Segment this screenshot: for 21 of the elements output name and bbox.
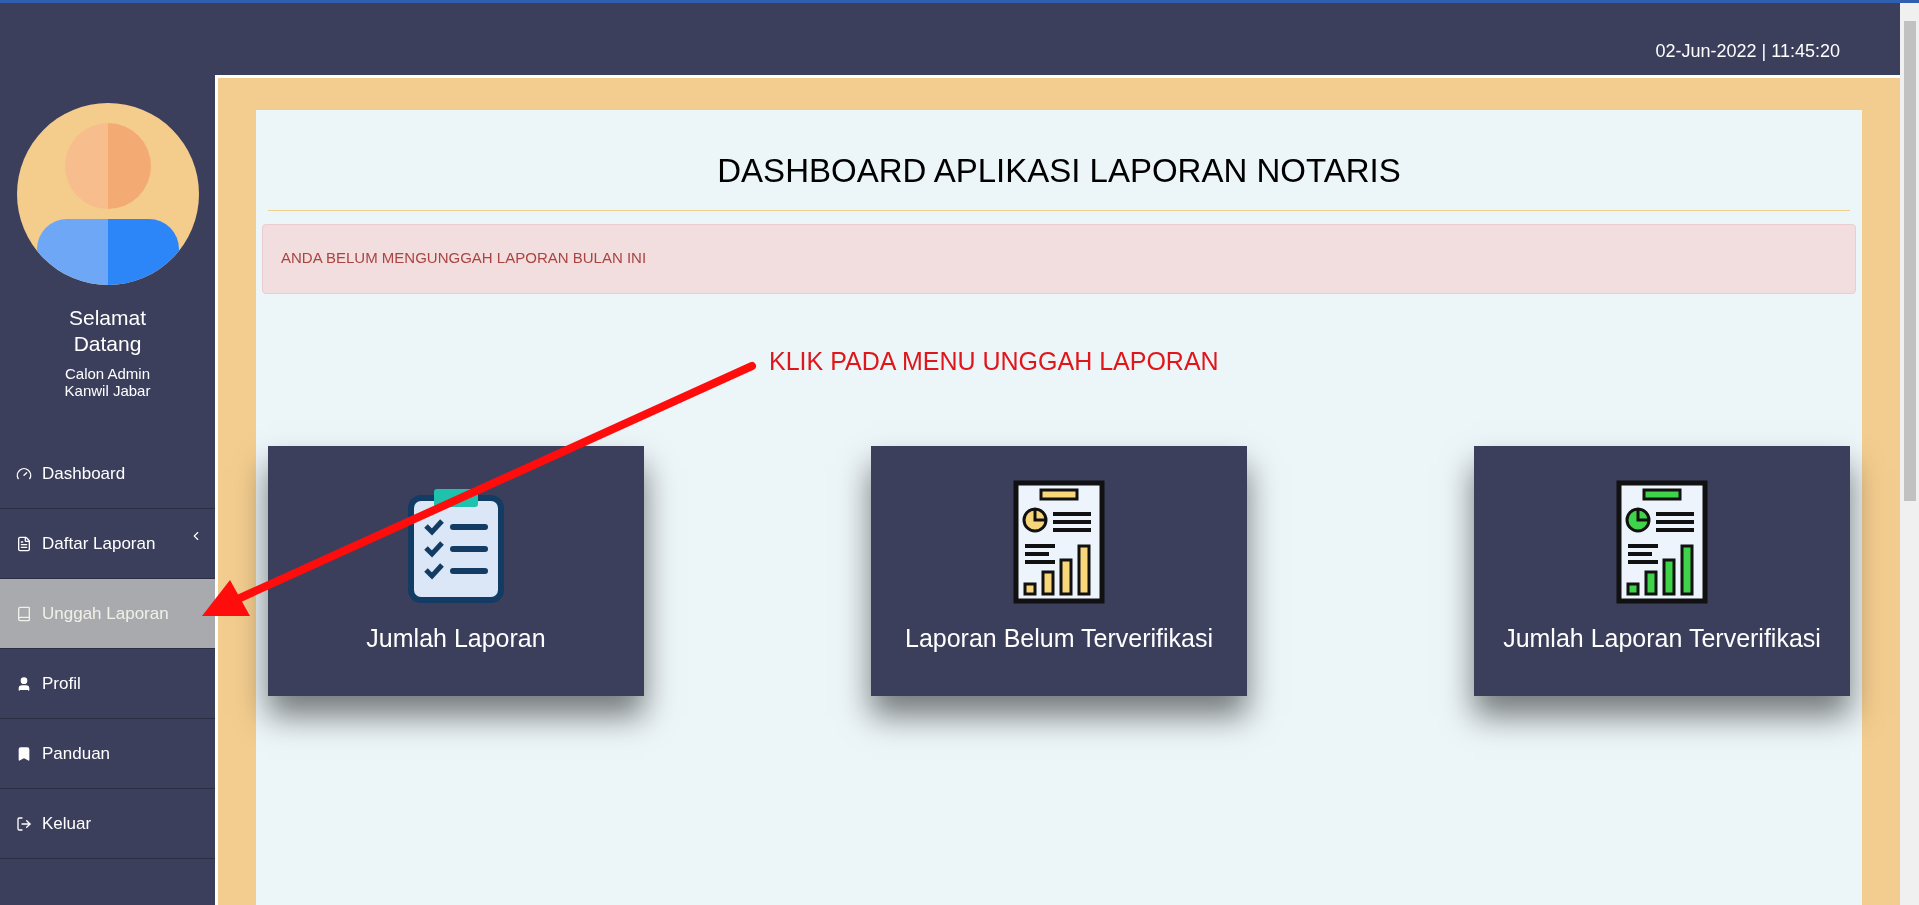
card-label: Laporan Belum Terverifikasi [905, 623, 1213, 654]
card-label: Jumlah Laporan Terverifikasi [1503, 623, 1821, 654]
stat-card[interactable]: Jumlah Laporan Terverifikasi [1474, 445, 1850, 696]
annotation-text: KLIK PADA MENU UNGGAH LAPORAN [769, 346, 1219, 377]
book-icon [16, 605, 32, 622]
greeting: Selamat Datang [67, 305, 147, 357]
scrollbar-thumb[interactable] [1903, 21, 1916, 501]
page-title: DASHBOARD APLIKASI LAPORAN NOTARIS [268, 110, 1850, 211]
clipboard-icon [406, 486, 506, 604]
user-role: Kanwil Jabar [64, 382, 151, 399]
user-role: Calon Admin [64, 365, 150, 382]
document-icon [16, 535, 32, 552]
gauge-icon [16, 465, 32, 482]
user-icon [16, 675, 32, 692]
stat-card[interactable]: Jumlah Laporan [268, 445, 644, 696]
logout-icon [16, 815, 32, 832]
stat-card[interactable]: Laporan Belum Terverifikasi [871, 445, 1247, 696]
date-time: 02-Jun-2022 | 11:45:20 [1655, 40, 1840, 63]
bookmark-icon [16, 745, 32, 762]
card-label: Jumlah Laporan [366, 623, 546, 654]
alert-message: ANDA BELUM MENGUNGGAH LAPORAN BULAN INI [281, 248, 647, 269]
